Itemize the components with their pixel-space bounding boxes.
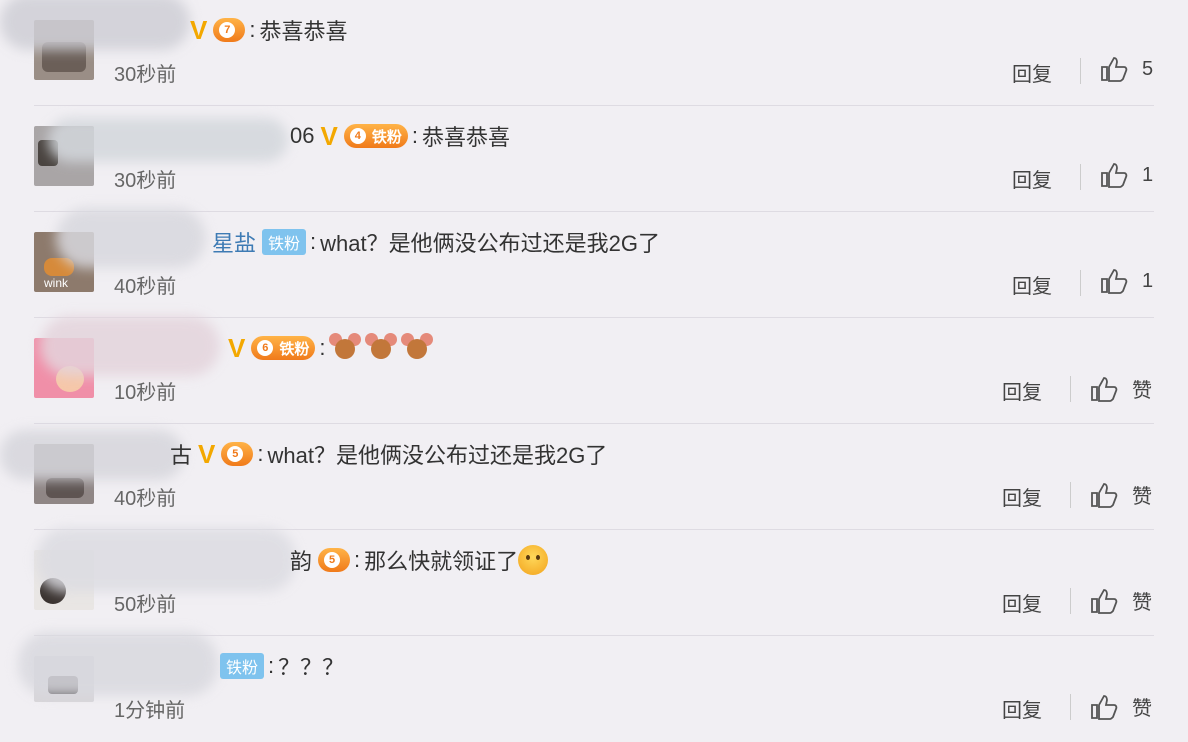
blurred-username: [0, 0, 190, 50]
like-button[interactable]: 赞: [1090, 480, 1152, 509]
thumbs-up-icon: [1091, 694, 1118, 720]
like-button[interactable]: 赞: [1090, 374, 1152, 403]
jerry-mouse-emoji-icon: [365, 333, 398, 363]
like-label: 赞: [1132, 486, 1152, 508]
username[interactable]: 星盐: [212, 226, 256, 258]
like-button[interactable]: 5: [1100, 56, 1153, 82]
blurred-username: [48, 118, 288, 162]
jerry-mouse-emoji-icon: [401, 333, 434, 363]
comment-time: 1分钟前: [114, 700, 186, 722]
like-button[interactable]: 1: [1100, 268, 1153, 294]
blurred-username: [40, 316, 220, 376]
comment-time: 10秒前: [114, 382, 177, 404]
like-count: 5: [1142, 57, 1154, 80]
blurred-username: [56, 208, 206, 268]
verified-v-badge-icon: V: [198, 438, 216, 469]
reply-button[interactable]: 回复: [1002, 482, 1042, 511]
tiefen-badge[interactable]: 铁粉: [220, 653, 265, 679]
username[interactable]: 06: [290, 123, 314, 149]
fan-crown-badge-icon[interactable]: 5: [318, 548, 351, 572]
reply-button[interactable]: 回复: [1002, 588, 1042, 617]
comment-time: 30秒前: [114, 64, 177, 86]
reply-button[interactable]: 回复: [1002, 376, 1042, 405]
comment-item: V 7 : 恭喜恭喜 30秒前 回复 5: [0, 0, 1188, 106]
avatar-watermark: wink: [44, 276, 69, 290]
thumbs-up-icon: [1101, 163, 1128, 188]
username[interactable]: 韵: [290, 544, 312, 576]
like-label: 赞: [1132, 698, 1152, 720]
fan-crown-badge-icon[interactable]: 4 铁粉: [343, 124, 408, 148]
reply-button[interactable]: 回复: [1012, 58, 1052, 87]
comment-text: what？是他俩没公布过还是我2G了: [320, 231, 660, 256]
comment-time: 30秒前: [114, 170, 177, 192]
comment-item: 铁粉 : ？？？ 1分钟前 回复 赞: [0, 632, 1188, 742]
like-count: 1: [1142, 163, 1154, 186]
thumbs-up-icon: [1101, 269, 1128, 294]
fan-crown-badge-icon[interactable]: 7: [213, 18, 246, 42]
comment-item: 韵 5 : 那么快就领证了 50秒前 回复 赞: [0, 528, 1188, 636]
comment-item: 06 V 4 铁粉 : 恭喜恭喜 30秒前 回复 1: [0, 106, 1188, 212]
comment-text: 恭喜恭喜: [259, 19, 348, 44]
thumbs-up-icon: [1091, 482, 1118, 508]
verified-v-badge-icon: V: [190, 14, 208, 45]
like-label: 赞: [1132, 380, 1152, 402]
comment-time: 50秒前: [114, 594, 177, 616]
blurred-username: [18, 632, 218, 696]
like-count: 1: [1142, 269, 1154, 292]
jerry-mouse-emoji-icon: [329, 333, 362, 363]
fan-crown-badge-icon[interactable]: 6 铁粉: [251, 336, 316, 360]
thumbs-up-icon: [1091, 588, 1118, 614]
doge-emoji-icon: [518, 545, 549, 575]
like-label: 赞: [1132, 592, 1152, 614]
comment-text: ？？？: [278, 655, 345, 680]
comment-item: wink 星盐 铁粉 : what？是他俩没公布过还是我2G了 40秒前 回复 …: [0, 208, 1188, 318]
comment-time: 40秒前: [114, 488, 177, 510]
thumbs-up-icon: [1101, 57, 1128, 82]
reply-button[interactable]: 回复: [1012, 270, 1052, 299]
blurred-username: [36, 528, 296, 592]
fan-crown-badge-icon[interactable]: 5: [221, 442, 254, 466]
like-button[interactable]: 赞: [1090, 586, 1152, 615]
like-button[interactable]: 1: [1100, 162, 1153, 188]
like-button[interactable]: 赞: [1090, 692, 1152, 721]
reply-button[interactable]: 回复: [1012, 164, 1052, 193]
thumbs-up-icon: [1091, 376, 1118, 402]
comment-text: what？是他俩没公布过还是我2G了: [267, 443, 608, 468]
comment-item: V 6 铁粉 : 10秒前 回复 赞: [0, 316, 1188, 424]
verified-v-badge-icon: V: [228, 332, 246, 363]
tiefen-badge[interactable]: 铁粉: [262, 229, 307, 255]
comment-time: 40秒前: [114, 276, 177, 298]
reply-button[interactable]: 回复: [1002, 694, 1042, 723]
username[interactable]: 古: [170, 438, 192, 470]
verified-v-badge-icon: V: [320, 120, 338, 151]
comment-text: 恭喜恭喜: [421, 125, 510, 150]
comment-item: 古 V 5 : what？是他俩没公布过还是我2G了 40秒前 回复 赞: [0, 424, 1188, 530]
blurred-username: [0, 430, 184, 480]
comment-text: 那么快就领证了: [364, 549, 519, 574]
